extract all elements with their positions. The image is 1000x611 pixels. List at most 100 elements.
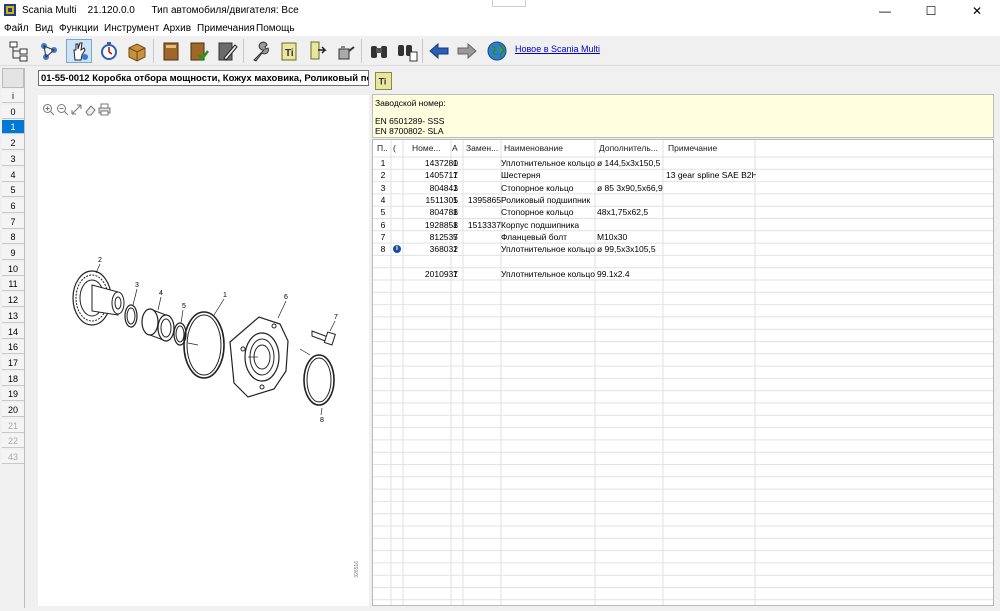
callout-6: 6 xyxy=(284,294,288,301)
cell-quantity: 5 xyxy=(453,231,458,242)
nav-page-18[interactable]: 18 xyxy=(2,371,24,386)
notes-icon[interactable]: Ti xyxy=(375,72,392,90)
table-row[interactable] xyxy=(373,255,993,267)
nav-page-8[interactable]: 8 xyxy=(2,230,24,245)
nav-page-0[interactable]: 0 xyxy=(2,104,24,119)
leader-lines xyxy=(95,263,336,416)
nav-page-6[interactable]: 6 xyxy=(2,198,24,213)
nav-page-13[interactable]: 13 xyxy=(2,308,24,323)
binoculars-doc-icon[interactable] xyxy=(394,39,420,63)
cell-part-number: 1405717 xyxy=(424,170,458,181)
nav-page-20[interactable]: 20 xyxy=(2,403,24,417)
nav-page-1[interactable]: 1 xyxy=(2,120,24,135)
eraser-icon[interactable] xyxy=(84,103,97,116)
news-link[interactable]: Новое в Scania Multi xyxy=(515,44,600,54)
header-note[interactable]: Примечание xyxy=(668,143,756,153)
stopwatch-icon[interactable] xyxy=(96,39,122,63)
header-position[interactable]: П.. xyxy=(377,143,387,153)
cell-name: Стопорное кольцо xyxy=(501,182,574,193)
table-row[interactable]: 7 812537 5 Фланцевый болт M10x30 xyxy=(373,231,993,243)
table-row[interactable]: 8 i 368032 1 Уплотнительное кольцо ø 99,5x3x1… xyxy=(373,243,993,255)
fit-to-window-icon[interactable] xyxy=(70,103,83,116)
cell-name: Уплотнительное кольцо xyxy=(501,268,595,279)
tree-icon[interactable] xyxy=(6,39,32,63)
menu-notes[interactable]: Примечания xyxy=(197,23,255,34)
table-row[interactable]: 3 804843 1 Стопорное кольцо ø 85 3x90,5x66,9 xyxy=(373,182,993,194)
table-row[interactable]: 4 1511305 1 1395865 Роликовый подшипник xyxy=(373,194,993,206)
header-part-number[interactable]: Номе... xyxy=(412,143,442,153)
header-name[interactable]: Наименование xyxy=(504,143,596,153)
oil-can-icon[interactable] xyxy=(332,39,358,63)
cell-name: Корпус подшипника xyxy=(501,219,580,230)
nav-page-4[interactable]: 4 xyxy=(2,167,24,182)
toolbar-separator xyxy=(422,39,423,63)
table-row[interactable]: 6 1928858 1 1513337 Корпус подшипника xyxy=(373,219,993,231)
nav-page-12[interactable]: 12 xyxy=(2,293,24,308)
info-icon[interactable]: i xyxy=(393,245,401,254)
maximize-button[interactable]: ☐ xyxy=(908,0,954,22)
hand-icon[interactable] xyxy=(66,39,92,63)
cell-additional: 48x1,75x62,5 xyxy=(597,207,649,218)
menu-tool[interactable]: Инструмент xyxy=(104,23,159,34)
close-button[interactable]: ✕ xyxy=(954,0,1000,22)
nav-page-7[interactable]: 7 xyxy=(2,214,24,229)
cell-position: 7 xyxy=(380,231,386,242)
zoom-out-icon[interactable] xyxy=(56,103,69,116)
table-row[interactable]: 5 804788 1 Стопорное кольцо 48x1,75x62,5 xyxy=(373,206,993,218)
o-ring-small-inner xyxy=(306,357,332,403)
nav-page-19[interactable]: 19 xyxy=(2,387,24,402)
box-icon[interactable] xyxy=(124,39,150,63)
nav-page-10[interactable]: 10 xyxy=(2,261,24,276)
book-icon[interactable] xyxy=(158,39,184,63)
cell-name: Фланцевый болт xyxy=(501,231,568,242)
nav-page-2[interactable]: 2 xyxy=(2,136,24,151)
menu-view[interactable]: Вид xyxy=(35,23,53,34)
pointer-icon[interactable] xyxy=(304,39,330,63)
nav-page-16[interactable]: 16 xyxy=(2,340,24,355)
cell-additional: ø 85 3x90,5x66,9 xyxy=(597,182,663,193)
binoculars-icon[interactable] xyxy=(366,39,392,63)
drawing-panel[interactable]: 2 3 4 5 1 6 7 8 326516 xyxy=(38,95,369,606)
cell-position: 2 xyxy=(380,170,386,181)
menu-file[interactable]: Файл xyxy=(4,23,29,34)
o-ring-large-part xyxy=(183,311,225,379)
nav-page-9[interactable]: 9 xyxy=(2,246,24,260)
callout-3: 3 xyxy=(135,282,139,289)
nav-page-11[interactable]: 11 xyxy=(2,277,24,292)
nav-page-14[interactable]: 14 xyxy=(2,324,24,339)
menu-archive[interactable]: Архив xyxy=(163,23,191,34)
table-row[interactable]: 2010937 1 Уплотнительное кольцо 99.1x2.4 xyxy=(373,268,993,280)
book-pen-icon[interactable] xyxy=(214,39,240,63)
factory-number-label: Заводской номер: xyxy=(375,98,446,108)
wrench-icon[interactable] xyxy=(248,39,274,63)
title-bar: Scania Multi 21.120.0.0 Тип автомобиля/д… xyxy=(0,0,1000,22)
arrow-right-icon[interactable] xyxy=(454,39,480,63)
minimize-button[interactable]: — xyxy=(862,0,908,22)
factory-number: EN 8700802- SLA xyxy=(375,126,444,136)
cell-part-number: 812537 xyxy=(429,231,458,242)
nav-page-22: 22 xyxy=(2,434,24,449)
book-check-icon[interactable] xyxy=(186,39,212,63)
network-icon[interactable] xyxy=(36,39,62,63)
cell-quantity: 1 xyxy=(453,182,458,193)
nav-page-i[interactable]: i xyxy=(2,89,24,103)
table-row[interactable]: 1 1437280 1 Уплотнительное кольцо ø 144,5x3x… xyxy=(373,157,993,169)
toolbar-separator xyxy=(361,39,362,63)
menu-help[interactable]: Помощь xyxy=(256,23,295,34)
header-replacement[interactable]: Замен... xyxy=(466,143,499,153)
nav-page-3[interactable]: 3 xyxy=(2,151,24,166)
nav-page-5[interactable]: 5 xyxy=(2,183,24,198)
header-additional[interactable]: Дополнитель... xyxy=(599,143,661,153)
table-row[interactable]: 2 1405717 1 Шестерня 13 gear spline SAE B2H xyxy=(373,169,993,181)
print-icon[interactable] xyxy=(98,103,111,116)
zoom-in-icon[interactable] xyxy=(42,103,55,116)
cell-quantity: 1 xyxy=(453,207,458,218)
cell-replacement: 1513337 xyxy=(467,219,501,230)
header-info[interactable]: ( xyxy=(393,143,403,153)
notes-icon[interactable]: Ti xyxy=(276,39,302,63)
header-quantity[interactable]: А xyxy=(452,143,462,153)
menu-functions[interactable]: Функции xyxy=(59,23,98,34)
nav-page-17[interactable]: 17 xyxy=(2,355,24,370)
globe-icon[interactable] xyxy=(484,39,510,63)
arrow-left-icon[interactable] xyxy=(426,39,452,63)
